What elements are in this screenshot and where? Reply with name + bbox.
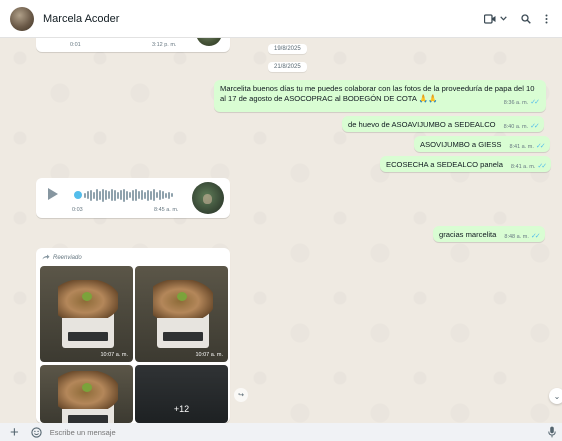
message-input[interactable] <box>49 427 470 437</box>
audio-duration: 0:03 <box>72 207 83 213</box>
message-text: ASOVIJUMBO a GIESS <box>420 139 502 149</box>
food-image <box>58 371 118 409</box>
message-status: 8:41 a. m. ✓✓ <box>510 162 547 170</box>
food-image <box>153 280 213 318</box>
menu-icon[interactable] <box>545 14 548 24</box>
date-separator: 19/8/2025 <box>268 44 307 54</box>
forwarded-text: Reenviado <box>53 255 82 261</box>
play-icon[interactable] <box>48 188 58 200</box>
outgoing-message[interactable]: ECOSECHA a SEDEALCO panela 8:41 a. m. ✓✓ <box>380 156 552 172</box>
message-status: 8:41 a. m. ✓✓ <box>509 142 546 150</box>
read-ticks-icon: ✓✓ <box>530 233 541 240</box>
chat-area[interactable]: 0:01 3:12 p. m. 19/8/2025 21/8/2025 Marc… <box>0 38 562 423</box>
message-text: gracias marcelita <box>439 229 497 239</box>
message-time: 3:12 p. m. <box>152 42 177 48</box>
forwarded-photo-album[interactable]: Reenviado 10:07 a. m. 10:07 a. m. +12 <box>36 248 230 423</box>
date-separator: 21/8/2025 <box>268 62 307 72</box>
video-call-button[interactable] <box>484 13 507 24</box>
contact-name[interactable]: Marcela Acoder <box>43 13 119 25</box>
message-text: Marcelita buenos días tu me puedes colab… <box>220 84 535 103</box>
video-call-icon <box>484 13 496 24</box>
outgoing-message[interactable]: ASOVIJUMBO a GIESS 8:41 a. m. ✓✓ <box>414 136 550 152</box>
message-status: 8:48 a. m. ✓✓ <box>504 232 541 240</box>
audio-waveform[interactable] <box>84 188 184 202</box>
outgoing-message[interactable]: Marcelita buenos días tu me puedes colab… <box>214 80 546 112</box>
search-icon[interactable] <box>521 13 531 24</box>
message-text: de huevo de ASOAVIJUMBO a SEDEALCO <box>348 119 496 129</box>
more-photos-count: +12 <box>135 365 228 423</box>
incoming-audio-message[interactable]: 0:03 8:45 a. m. <box>36 178 230 218</box>
food-image <box>58 280 118 318</box>
audio-progress-handle[interactable] <box>74 191 82 199</box>
photo-time: 10:07 a. m. <box>195 352 223 358</box>
message-time: 8:36 a. m. <box>503 100 529 107</box>
album-photo[interactable] <box>40 365 133 423</box>
read-ticks-icon: ✓✓ <box>530 123 540 130</box>
message-composer: + <box>0 423 562 441</box>
sender-avatar <box>196 38 222 46</box>
forward-icon <box>42 254 50 262</box>
message-time: 8:41 a. m. <box>510 164 536 170</box>
album-photo[interactable]: 10:07 a. m. <box>135 266 228 362</box>
chevron-down-icon <box>500 16 507 21</box>
message-time: 8:41 a. m. <box>509 144 534 150</box>
incoming-audio-message[interactable]: 0:01 3:12 p. m. <box>36 38 230 52</box>
album-photo-more[interactable]: +12 <box>135 365 228 423</box>
read-ticks-icon: ✓✓ <box>537 163 547 170</box>
forwarded-label: Reenviado <box>40 252 226 264</box>
photo-time: 10:07 a. m. <box>100 352 128 358</box>
contact-avatar[interactable] <box>10 6 34 31</box>
message-status: 8:40 a. m. ✓✓ <box>503 122 540 130</box>
header-actions <box>484 13 552 24</box>
read-ticks-icon: ✓✓ <box>535 143 546 150</box>
message-status: 8:36 a. m. ✓✓ <box>503 98 540 109</box>
outgoing-message[interactable]: gracias marcelita 8:48 a. m. ✓✓ <box>433 226 545 242</box>
outgoing-message[interactable]: de huevo de ASOAVIJUMBO a SEDEALCO 8:40 … <box>342 116 544 132</box>
message-time: 8:45 a. m. <box>154 207 179 213</box>
share-icon[interactable]: ↪ <box>234 388 248 402</box>
chat-header: Marcela Acoder <box>0 0 562 38</box>
audio-duration: 0:01 <box>70 42 81 48</box>
scroll-down-icon[interactable]: ⌄ <box>549 388 562 404</box>
message-text: ECOSECHA a SEDEALCO panela <box>386 159 503 169</box>
read-ticks-icon: ✓✓ <box>530 99 540 107</box>
sender-avatar <box>192 182 224 214</box>
message-time: 8:48 a. m. <box>504 234 529 240</box>
emoji-icon[interactable] <box>31 426 42 438</box>
album-photo[interactable]: 10:07 a. m. <box>40 266 133 362</box>
mic-icon[interactable] <box>548 426 556 438</box>
message-time: 8:40 a. m. <box>503 124 529 130</box>
plus-icon[interactable]: + <box>10 425 19 440</box>
